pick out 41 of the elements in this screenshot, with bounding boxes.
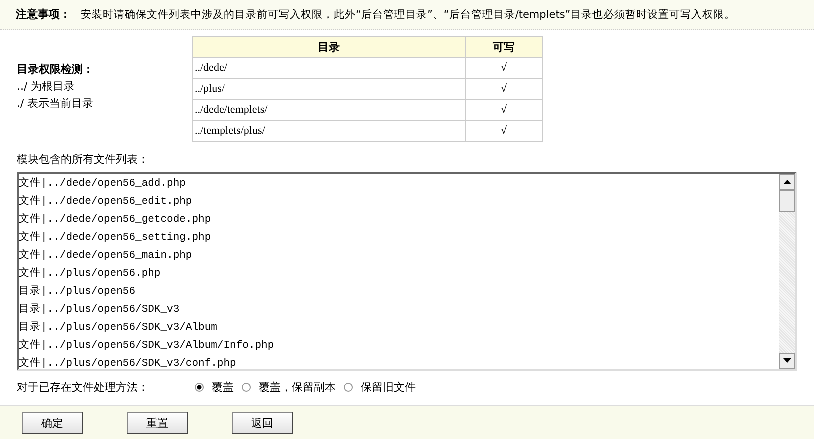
- file-list-item[interactable]: 文件|../plus/open56.php: [19, 265, 779, 283]
- form-button[interactable]: 重置: [127, 412, 188, 434]
- radio-option[interactable]: 保留旧文件: [344, 380, 416, 394]
- table-cell: ../plus/: [192, 78, 466, 100]
- file-list-item[interactable]: 文件|../plus/open56/SDK_v3/conf.php: [19, 355, 779, 373]
- permission-note: ../ 为根目录: [17, 79, 76, 94]
- file-list-item[interactable]: 文件|../dede/open56_getcode.php: [19, 211, 779, 229]
- notice-text: 安装时请确保文件列表中涉及的目录前可写入权限，此外“后台管理目录”、“后台管理目录/templets”目录也必须暂时设置可写入权限。: [81, 8, 736, 22]
- scrollbar[interactable]: [779, 174, 795, 369]
- scroll-up-button[interactable]: [779, 174, 795, 190]
- column-header: 目录: [192, 36, 466, 58]
- table-cell: √: [466, 100, 542, 120]
- notice-label: 注意事项：: [16, 7, 71, 22]
- file-list-item[interactable]: 文件|../dede/open56_add.php: [19, 175, 779, 193]
- file-list-item[interactable]: 目录|../plus/open56: [19, 283, 779, 301]
- file-list-label: 模块包含的所有文件列表：: [16, 152, 150, 168]
- file-list-item[interactable]: 文件|../dede/open56_edit.php: [19, 193, 779, 211]
- table-cell: ../dede/templets/: [192, 100, 466, 120]
- file-list-item[interactable]: 文件|../dede/open56_main.php: [19, 247, 779, 265]
- scroll-thumb[interactable]: [779, 190, 795, 212]
- down-triangle-icon: [782, 358, 792, 364]
- file-list-item[interactable]: 目录|../plus/open56/SDK_v3: [19, 301, 779, 319]
- table-cell: √: [466, 120, 542, 142]
- table-cell: ../dede/: [192, 58, 466, 78]
- scroll-down-button[interactable]: [779, 353, 795, 369]
- file-list-item[interactable]: 文件|../plus/open56/SDK_v3/Album/Info.php: [19, 337, 779, 355]
- form-button[interactable]: 返回: [232, 412, 293, 434]
- table-cell: √: [466, 58, 542, 78]
- permission-title: 目录权限检测：: [17, 62, 95, 77]
- table-cell: ../templets/plus/: [192, 120, 466, 142]
- file-listbox[interactable]: [17, 172, 797, 371]
- file-list-item[interactable]: 文件|../dede/open56_setting.php: [19, 229, 779, 247]
- column-header: 可写: [466, 36, 542, 58]
- file-list-item[interactable]: 目录|../plus/open56/SDK_v3/Album: [19, 319, 779, 337]
- table-cell: √: [466, 78, 542, 100]
- permission-note: ./ 表示当前目录: [17, 96, 95, 111]
- up-triangle-icon: [782, 179, 792, 185]
- existing-files-label: 对于已存在文件处理方法：: [17, 380, 150, 394]
- radio-option[interactable]: 覆盖，保留副本: [242, 380, 336, 394]
- radio-option[interactable]: 覆盖: [195, 380, 234, 394]
- form-button[interactable]: 确定: [22, 412, 83, 434]
